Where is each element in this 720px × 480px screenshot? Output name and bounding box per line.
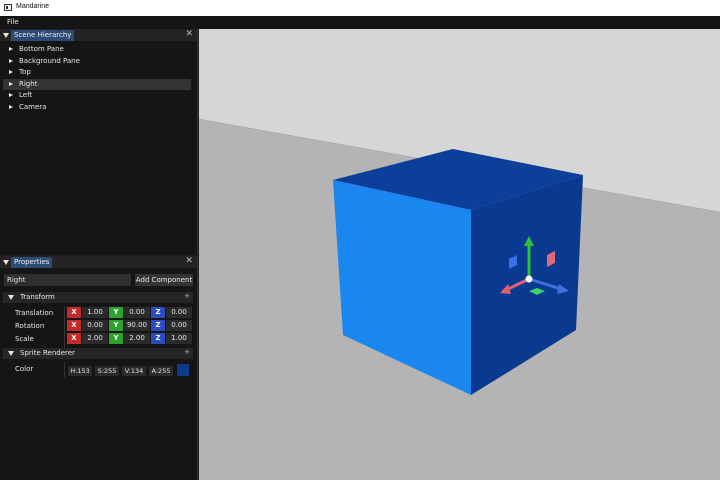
axis-y-label: Y	[109, 333, 123, 344]
scale-x-field[interactable]: 2.00	[82, 333, 108, 344]
translation-label: Translation	[15, 309, 54, 317]
axis-x-label: X	[67, 307, 81, 318]
scene-viewport[interactable]	[199, 29, 720, 480]
expand-arrow-icon[interactable]	[9, 58, 13, 63]
hierarchy-item-label: Right	[19, 79, 38, 88]
sprite-renderer-section-header[interactable]: Sprite Renderer +	[3, 348, 193, 359]
hierarchy-item-background-pane[interactable]: Background Pane	[3, 56, 191, 68]
color-swatch[interactable]	[177, 364, 189, 376]
viewport-canvas[interactable]	[199, 29, 720, 480]
column-divider	[64, 362, 65, 378]
hierarchy-item-right[interactable]: Right	[3, 78, 191, 91]
close-icon[interactable]: ✕	[185, 256, 193, 266]
plus-icon[interactable]: +	[184, 292, 190, 300]
hierarchy-item-label: Background Pane	[19, 56, 80, 65]
scale-z-field[interactable]: 1.00	[166, 333, 192, 344]
scene-hierarchy-panel: Scene Hierarchy ✕ Bottom Pane Background…	[0, 29, 198, 255]
entity-name-input[interactable]	[4, 274, 131, 286]
hierarchy-item-label: Left	[19, 91, 33, 100]
window-title: Mandarine	[16, 3, 50, 10]
menu-bar: File	[0, 16, 720, 29]
expand-arrow-icon[interactable]	[9, 104, 13, 109]
tab-properties[interactable]: Properties	[11, 257, 53, 268]
hierarchy-item-label: Bottom Pane	[19, 45, 64, 53]
collapse-arrow-icon[interactable]	[8, 351, 14, 356]
collapse-arrow-icon[interactable]	[3, 260, 9, 265]
gizmo-center-handle[interactable]	[525, 275, 533, 283]
menu-file[interactable]: File	[7, 18, 19, 26]
hierarchy-item-bottom-pane[interactable]: Bottom Pane	[3, 44, 191, 56]
axis-z-label: Z	[151, 320, 165, 331]
hierarchy-item-label: Top	[19, 68, 31, 77]
expand-arrow-icon[interactable]	[9, 70, 13, 75]
axis-z-label: Z	[151, 333, 165, 344]
rotation-x-field[interactable]: 0.00	[82, 320, 108, 331]
scale-label: Scale	[15, 335, 34, 343]
color-h-field[interactable]: H:153	[68, 366, 92, 376]
axis-z-label: Z	[151, 307, 165, 318]
hierarchy-item-left[interactable]: Left	[3, 90, 191, 102]
expand-arrow-icon[interactable]	[9, 81, 13, 86]
scale-y-field[interactable]: 2.00	[124, 333, 150, 344]
hierarchy-item-camera[interactable]: Camera	[3, 102, 191, 114]
color-s-field[interactable]: S:255	[95, 366, 119, 376]
rotation-z-field[interactable]: 0.00	[166, 320, 192, 331]
rotation-label: Rotation	[15, 322, 45, 330]
axis-y-label: Y	[109, 307, 123, 318]
color-label: Color	[15, 365, 34, 373]
plus-icon[interactable]: +	[184, 348, 190, 356]
section-title: Transform	[20, 293, 55, 301]
hierarchy-item-label: Camera	[19, 102, 47, 111]
color-a-field[interactable]: A:255	[149, 366, 173, 376]
transform-section-header[interactable]: Transform +	[3, 292, 193, 303]
color-v-field[interactable]: V:134	[122, 366, 146, 376]
properties-header: Properties ✕	[0, 256, 197, 268]
collapse-arrow-icon[interactable]	[3, 33, 9, 38]
translation-y-field[interactable]: 0.00	[124, 307, 150, 318]
column-divider	[64, 306, 65, 348]
section-title: Sprite Renderer	[20, 349, 75, 357]
translation-z-field[interactable]: 0.00	[166, 307, 192, 318]
axis-x-label: X	[67, 320, 81, 331]
translation-x-field[interactable]: 1.00	[82, 307, 108, 318]
axis-y-label: Y	[109, 320, 123, 331]
scene-hierarchy-header: Scene Hierarchy ✕	[0, 29, 197, 41]
add-component-button[interactable]: Add Component	[135, 274, 193, 286]
rotation-y-field[interactable]: 90.00	[124, 320, 150, 331]
collapse-arrow-icon[interactable]	[8, 295, 14, 300]
app-icon	[4, 4, 12, 11]
hierarchy-item-top[interactable]: Top	[3, 67, 191, 79]
hierarchy-list: Bottom Pane Background Pane Top Right Le…	[3, 44, 191, 114]
expand-arrow-icon[interactable]	[9, 47, 13, 51]
close-icon[interactable]: ✕	[185, 29, 193, 39]
tab-scene-hierarchy[interactable]: Scene Hierarchy	[11, 30, 75, 41]
window-titlebar: Mandarine	[0, 0, 720, 16]
expand-arrow-icon[interactable]	[9, 93, 13, 98]
axis-x-label: X	[67, 333, 81, 344]
